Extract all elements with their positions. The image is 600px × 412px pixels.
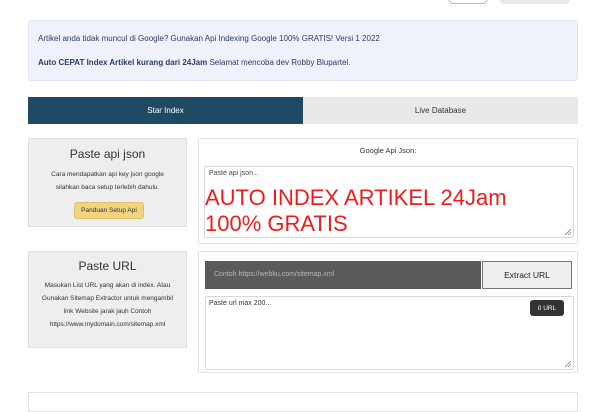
url-panel: Contoh https://webku.com/sitemap.xml Ext… — [198, 251, 578, 373]
bottom-panel-cutoff — [28, 392, 578, 412]
navbar-button-cutoff-2[interactable] — [500, 0, 570, 4]
notice-line-2: Auto CEPAT Index Artikel kurang dari 24J… — [38, 58, 350, 67]
api-json-help-card: Paste api json Cara mendapatkan api key … — [28, 138, 187, 227]
info-notice: Artikel anda tidak muncul di Google? Gun… — [28, 20, 578, 81]
url-count-badge: 0 URL — [530, 300, 564, 316]
navbar-button-cutoff[interactable] — [448, 0, 488, 4]
api-json-panel: Google Api Json: Paste api json... AUTO … — [198, 138, 578, 244]
api-json-placeholder: Paste api json... — [209, 170, 259, 177]
promo-line-1: AUTO INDEX ARTIKEL 24Jam — [205, 185, 507, 210]
url-list-placeholder: Paste url max 200... — [209, 300, 272, 307]
extract-url-button[interactable]: Extract URL — [482, 261, 572, 289]
paste-url-title: Paste URL — [78, 259, 137, 273]
resize-handle-icon[interactable] — [565, 229, 571, 235]
tab-star-index[interactable]: Star Index — [28, 97, 303, 124]
notice-credit: Selamat mencoba dev Robby Blupartel. — [207, 58, 351, 67]
sitemap-url-placeholder: Contoh https://webku.com/sitemap.xml — [214, 271, 335, 278]
paste-url-help-card: Paste URL Masukan List URL yang akan di … — [28, 251, 187, 348]
notice-line-1: Artikel anda tidak muncul di Google? Gun… — [38, 34, 380, 43]
api-json-description: Cara mendapatkan api key json google sil… — [51, 171, 164, 191]
api-json-title: Paste api json — [69, 147, 146, 161]
paste-url-description: Masukan List URL yang akan di index. Ata… — [41, 282, 174, 328]
promo-line-2: 100% GRATIS — [205, 211, 348, 236]
api-json-label: Google Api Json: — [359, 146, 417, 155]
sitemap-url-input[interactable]: Contoh https://webku.com/sitemap.xml — [205, 261, 481, 289]
tab-bar: Star Index Live Database — [28, 97, 578, 124]
setup-guide-button[interactable]: Panduan Setup Api — [74, 202, 144, 219]
tab-live-database[interactable]: Live Database — [303, 97, 578, 124]
resize-handle-icon[interactable] — [565, 361, 571, 367]
notice-highlight: Auto CEPAT Index Artikel kurang dari 24J… — [38, 58, 208, 67]
top-navbar-cutoff — [0, 0, 600, 10]
promo-overlay-text: AUTO INDEX ARTIKEL 24Jam 100% GRATIS — [205, 185, 507, 237]
api-json-textarea[interactable]: Paste api json... AUTO INDEX ARTIKEL 24J… — [204, 166, 574, 238]
url-list-textarea[interactable]: Paste url max 200... 0 URL — [205, 296, 574, 370]
